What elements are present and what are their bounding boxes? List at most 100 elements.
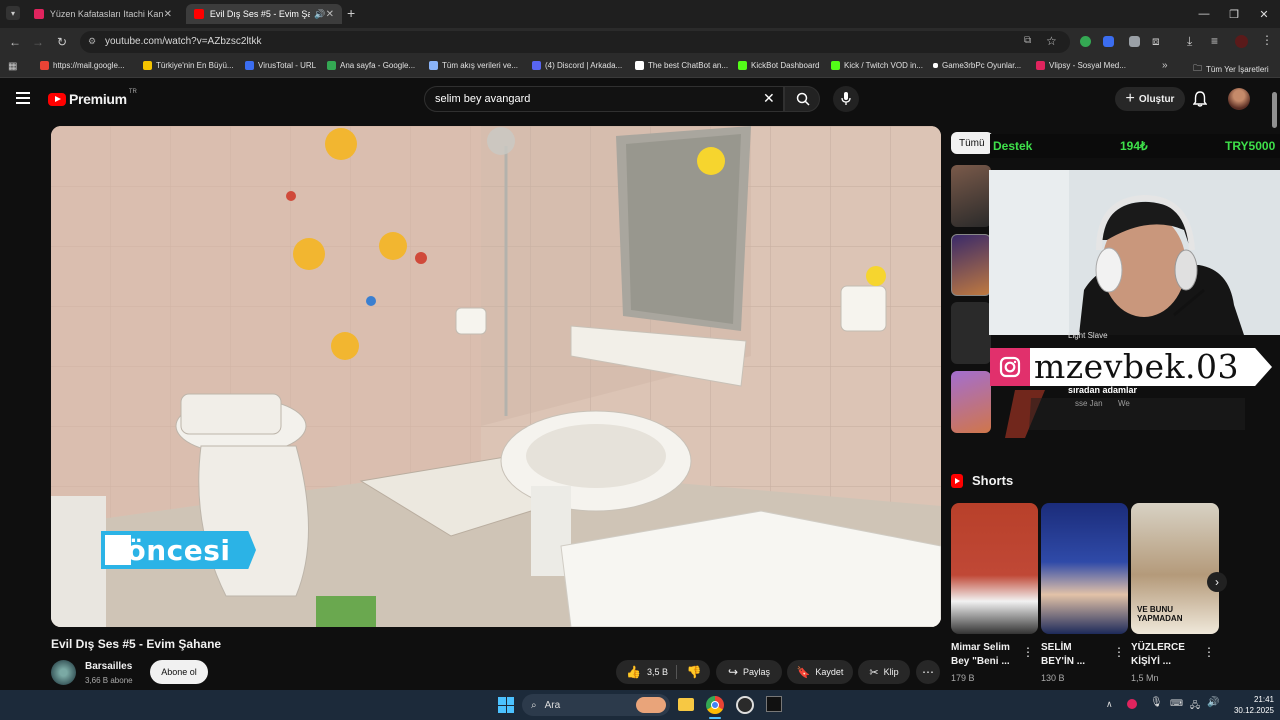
- tab-title: Yüzen Kafatasları Itachi Kan Ba: [49, 9, 164, 19]
- notifications-bell-icon[interactable]: [1192, 91, 1208, 112]
- short-thumbnail[interactable]: VE BUNU YAPMADAN: [1131, 503, 1219, 634]
- short-menu-icon[interactable]: ⋮: [1113, 645, 1125, 659]
- filter-chip-all[interactable]: Tümü: [951, 132, 993, 154]
- start-button[interactable]: [498, 697, 514, 713]
- hamburger-menu-icon[interactable]: [16, 92, 30, 104]
- bookmark-item[interactable]: Ana sayfa - Google...: [327, 61, 415, 70]
- instagram-badge: [990, 348, 1030, 386]
- dislike-button[interactable]: 👎: [678, 660, 710, 684]
- tab-search-icon[interactable]: ▾: [6, 6, 20, 20]
- short-menu-icon[interactable]: ⋮: [1022, 645, 1034, 659]
- tray-overflow-icon[interactable]: ∧: [1106, 699, 1113, 710]
- back-icon[interactable]: ←: [7, 34, 23, 50]
- taskbar-search[interactable]: ⌕ Ara: [522, 694, 670, 716]
- maximize-icon[interactable]: ❐: [1218, 0, 1250, 28]
- like-count: 3,5 B: [646, 667, 668, 677]
- webcam-overlay: [989, 170, 1280, 335]
- short-title[interactable]: SELİM BEY'İN ...: [1041, 641, 1107, 669]
- chrome-icon[interactable]: [706, 696, 724, 714]
- voice-search-button[interactable]: [833, 86, 859, 112]
- close-window-icon[interactable]: ✕: [1248, 0, 1280, 28]
- tray-app-icon[interactable]: [1127, 699, 1137, 709]
- bookmark-item[interactable]: Kick / Twitch VOD in...: [831, 61, 923, 70]
- bookmark-star-icon[interactable]: ☆: [1046, 34, 1057, 48]
- microphone-tray-icon[interactable]: 🎙: [1150, 697, 1163, 708]
- search-input[interactable]: selim bey avangard ✕: [424, 86, 784, 112]
- more-actions-button[interactable]: ⋯: [916, 660, 940, 684]
- video-player[interactable]: öncesi: [51, 126, 941, 627]
- all-bookmarks-folder[interactable]: 🗀 Tüm Yer İşaretleri: [1193, 61, 1269, 77]
- profile-avatar[interactable]: [1235, 35, 1248, 48]
- short-thumbnail[interactable]: [951, 503, 1038, 634]
- clock-date: 30.12.2025: [1233, 706, 1274, 715]
- youtube-play-logo-icon: [48, 92, 66, 106]
- short-title[interactable]: Mimar Selim Bey "Beni ...: [951, 641, 1017, 669]
- youtube-logo[interactable]: Premium TR: [48, 89, 137, 107]
- speaker-icon[interactable]: 🔊: [314, 9, 325, 20]
- close-tab-icon[interactable]: ✕: [164, 9, 172, 20]
- download-icon[interactable]: ⤓: [1187, 34, 1192, 49]
- save-label: Kaydet: [815, 667, 844, 677]
- install-app-icon[interactable]: ⧉: [1024, 35, 1031, 46]
- clip-button[interactable]: ✂ Klip: [858, 660, 910, 684]
- save-button[interactable]: 🔖 Kaydet: [787, 660, 853, 684]
- language-tray-icon[interactable]: ⌨: [1170, 698, 1183, 709]
- bookmark-item[interactable]: Türkiye'nin En Büyü...: [143, 61, 234, 70]
- app-icon[interactable]: [766, 696, 782, 712]
- channel-avatar[interactable]: [51, 660, 76, 685]
- thumbs-up-icon: 👍: [626, 665, 641, 679]
- close-tab-icon[interactable]: ✕: [326, 9, 334, 20]
- bookmark-item[interactable]: VirusTotal - URL: [245, 61, 316, 70]
- clock[interactable]: 21:41 30.12.2025: [1226, 694, 1274, 716]
- channel-name[interactable]: Barsailles: [85, 661, 132, 672]
- related-video-thumbnail[interactable]: [951, 165, 991, 227]
- browser-menu-icon[interactable]: ⋮: [1261, 33, 1273, 47]
- bookmark-item[interactable]: https://mail.google...: [40, 61, 125, 70]
- search-button[interactable]: [784, 86, 820, 112]
- webcam-feed: [989, 170, 1280, 335]
- clock-time: 21:41: [1253, 695, 1274, 704]
- more-bookmarks-icon[interactable]: »: [1162, 60, 1168, 71]
- apps-grid-icon[interactable]: ▦: [8, 61, 17, 72]
- extensions-puzzle-icon[interactable]: ⧈: [1152, 34, 1160, 49]
- like-button[interactable]: 👍 3,5 B: [616, 660, 674, 684]
- related-video-thumbnail[interactable]: [951, 302, 991, 364]
- country-code: TR: [128, 89, 137, 95]
- shorts-next-button[interactable]: ›: [1207, 572, 1227, 592]
- extension-icon[interactable]: [1080, 36, 1091, 47]
- short-title[interactable]: YÜZLERCE KİŞİYİ ...: [1131, 641, 1197, 669]
- reading-list-icon[interactable]: ≡: [1211, 34, 1218, 48]
- subscribe-button[interactable]: Abone ol: [150, 660, 208, 684]
- site-info-icon[interactable]: ⚙: [88, 36, 96, 47]
- search-query: selim bey avangard: [435, 93, 531, 105]
- forward-icon[interactable]: →: [30, 34, 46, 50]
- short-menu-icon[interactable]: ⋮: [1203, 645, 1215, 659]
- share-button[interactable]: ↪ Paylaş: [716, 660, 782, 684]
- bookmark-item[interactable]: The best ChatBot an...: [635, 61, 728, 70]
- create-button[interactable]: + Oluştur: [1115, 87, 1185, 111]
- tab-active[interactable]: Evil Dış Ses #5 - Evim Şahan 🔊 ✕: [186, 4, 342, 24]
- file-explorer-icon[interactable]: [678, 698, 694, 711]
- page-scrollbar[interactable]: [1272, 92, 1277, 128]
- bookmark-item[interactable]: Game3rbPc Oyunlar...: [933, 61, 1021, 70]
- related-video-thumbnail[interactable]: [951, 234, 991, 296]
- volume-icon[interactable]: 🔊: [1207, 697, 1219, 708]
- tab-inactive[interactable]: Yüzen Kafatasları Itachi Kan Ba ✕: [26, 4, 180, 24]
- obs-icon[interactable]: [736, 696, 754, 714]
- minimize-icon[interactable]: —: [1188, 0, 1220, 28]
- extension-icon[interactable]: [1103, 36, 1114, 47]
- bookmark-item[interactable]: Tüm akış verileri ve...: [429, 61, 518, 70]
- clear-search-icon[interactable]: ✕: [763, 90, 775, 107]
- bookmark-item[interactable]: Vlipsy - Sosyal Med...: [1036, 61, 1126, 70]
- address-bar[interactable]: ⚙ youtube.com/watch?v=AZbzsc2ltkk ⧉ ☆: [80, 31, 1070, 53]
- short-thumbnail[interactable]: [1041, 503, 1128, 634]
- account-avatar[interactable]: [1228, 88, 1250, 110]
- bookmark-item[interactable]: KickBot Dashboard: [738, 61, 819, 70]
- bookmark-item[interactable]: (4) Discord | Arkada...: [532, 61, 622, 70]
- reload-icon[interactable]: ↻: [54, 34, 70, 50]
- extension-icon[interactable]: [1129, 36, 1140, 47]
- network-icon[interactable]: 🖧: [1190, 698, 1200, 714]
- browser-toolbar: ← → ↻ ⚙ youtube.com/watch?v=AZbzsc2ltkk …: [0, 28, 1280, 56]
- related-video-thumbnail[interactable]: [951, 371, 991, 433]
- new-tab-button[interactable]: +: [347, 5, 355, 21]
